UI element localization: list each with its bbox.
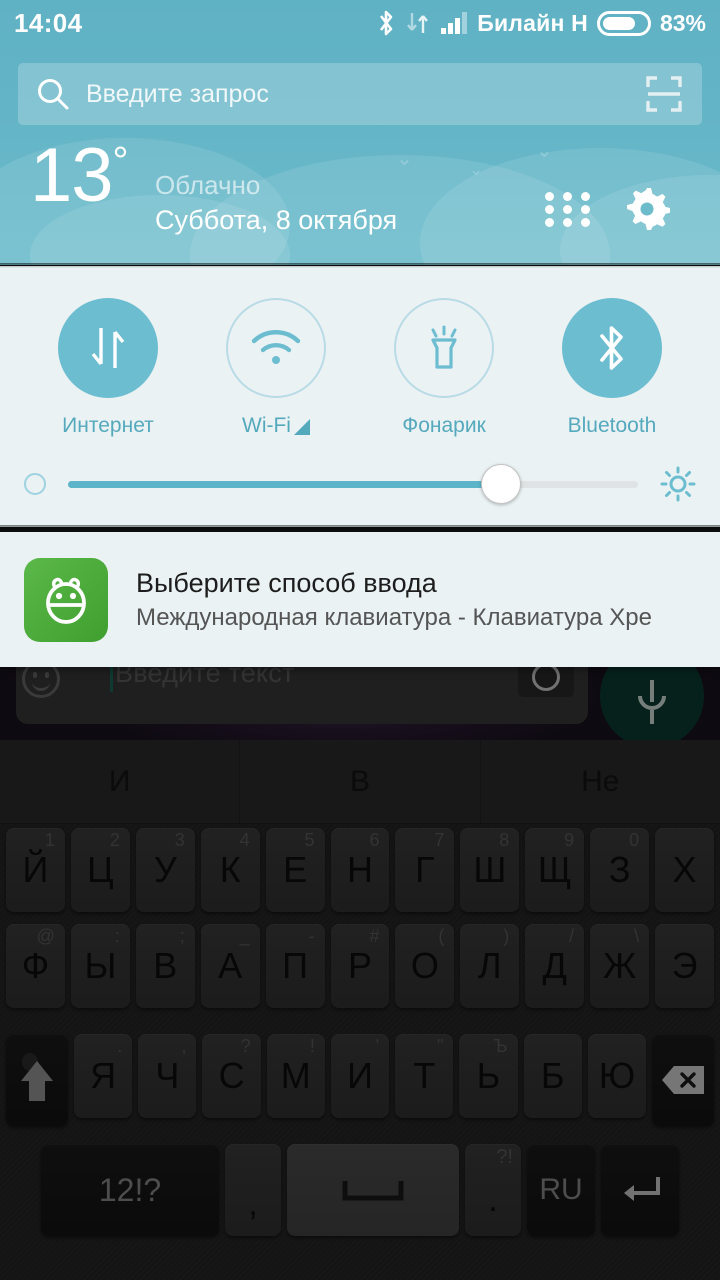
quick-toggles: Интернет Wi-Fi Фонарик Bluetooth [0,266,720,438]
bluetooth-icon [600,326,623,370]
bluetooth-toggle-label: Bluetooth [567,414,657,437]
quick-toggle-internet[interactable]: Интернет [24,298,192,438]
signal-triangle-icon [293,419,310,435]
notification-text: Выберите способ ввода Международная клав… [136,568,651,632]
weather-temperature: 13° [30,133,129,218]
status-icons: Билайн H 83% [376,9,706,37]
weather-condition: Облачно [155,170,261,200]
data-transfer-icon [407,13,429,33]
scan-code-icon[interactable] [644,74,684,114]
internet-toggle-label: Интернет [62,414,154,437]
weather-date: Суббота, 8 октября [155,205,398,235]
wifi-icon [251,330,301,364]
gear-icon[interactable] [624,186,672,237]
quick-toggle-wifi[interactable]: Wi-Fi [192,298,360,438]
brightness-low-icon [24,473,46,495]
bluetooth-toggle-circle[interactable] [562,298,662,398]
wifi-toggle-circle[interactable] [226,298,326,398]
notification-title: Выберите способ ввода [136,567,437,598]
brightness-slider-row[interactable] [0,464,720,504]
flashlight-toggle-label: Фонарик [402,414,486,437]
android-input-method-icon [24,557,108,642]
brightness-fill [68,480,502,488]
battery-icon [596,10,651,36]
search-icon [38,79,69,110]
brightness-high-icon [660,466,696,502]
panel-shadow [0,525,720,531]
flashlight-icon [431,325,457,369]
quick-toggle-flashlight[interactable]: Фонарик [360,298,528,438]
flashlight-toggle-circle[interactable] [394,298,494,398]
search-placeholder: Введите запрос [86,79,269,108]
internet-toggle-circle[interactable] [58,298,158,398]
signal-bars-icon [441,12,468,34]
header-shadow [0,263,720,268]
bluetooth-icon [380,10,393,36]
weather-widget[interactable]: 13° Облачно Суббота, 8 октября [0,138,720,265]
search-bar[interactable]: Введите запрос [18,63,702,125]
status-clock: 14:04 [14,7,83,38]
wifi-toggle-label: Wi-Fi [242,414,310,438]
data-transfer-icon [91,328,125,368]
brightness-track[interactable] [68,464,638,504]
quick-toggle-bluetooth[interactable]: Bluetooth [528,298,696,438]
carrier-label: Билайн H [477,9,588,36]
brightness-thumb[interactable] [481,464,522,504]
battery-percent: 83% [659,9,706,36]
notification-card[interactable]: Выберите способ ввода Международная клав… [0,532,720,667]
quick-settings-panel: Интернет Wi-Fi Фонарик Bluetooth [0,266,720,527]
status-bar: 14:04 Билайн H 83% [0,0,720,46]
apps-grid-icon[interactable] [545,192,591,227]
notification-body: Международная клавиатура - Клавиатура Xp… [136,603,651,631]
